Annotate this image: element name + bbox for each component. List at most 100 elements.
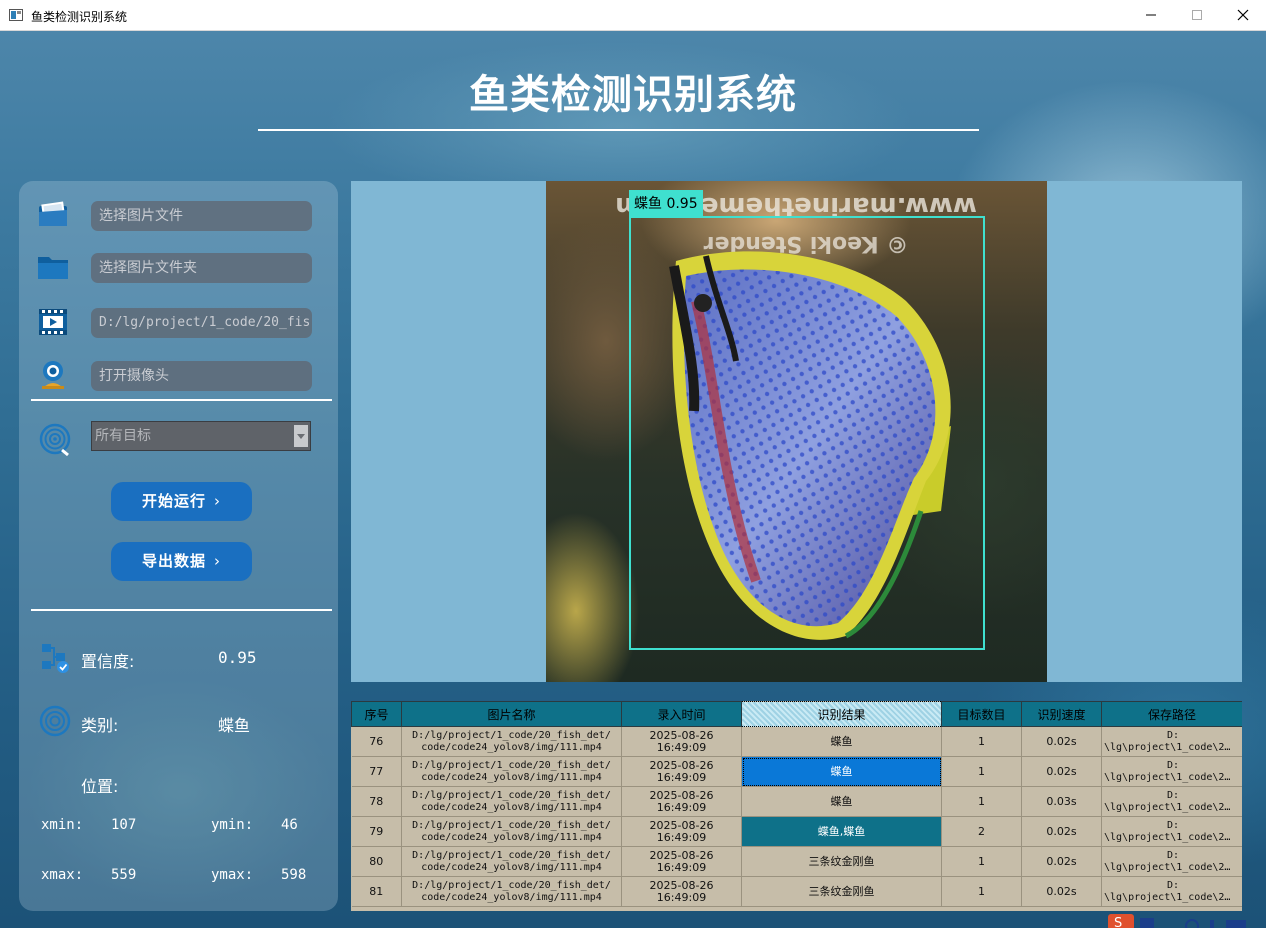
- cell-id[interactable]: 80: [351, 846, 402, 877]
- cell-speed[interactable]: 0.02s: [1021, 876, 1102, 907]
- ymax-label: ymax:: [211, 867, 254, 883]
- cell-date: 2025-08-26: [649, 728, 714, 742]
- confidence-label: 置信度:: [81, 652, 135, 671]
- cell-name-line2: code/code24_yolov8/img/111.mp4: [421, 891, 602, 903]
- cell-speed[interactable]: 0.02s: [1021, 756, 1102, 787]
- cell-time[interactable]: 2025-08-26 16:49:09: [621, 726, 742, 757]
- cell-id[interactable]: 78: [351, 786, 402, 817]
- results-table[interactable]: 序号 图片名称 录入时间 识别结果 目标数目 识别速度 保存路径 76 D:/l…: [351, 701, 1242, 911]
- image-file-input[interactable]: 选择图片文件: [91, 201, 312, 231]
- ymin-label: ymin:: [211, 817, 254, 833]
- close-button[interactable]: [1220, 0, 1266, 30]
- cell-path-line1: D:: [1166, 819, 1180, 831]
- table-row[interactable]: 77 D:/lg/project/1_code/20_fish_det/code…: [351, 756, 1242, 787]
- cell-id[interactable]: 81: [351, 876, 402, 907]
- cell-clock: 16:49:09: [656, 860, 707, 874]
- cell-count[interactable]: 1: [941, 786, 1022, 817]
- table-row[interactable]: 78 D:/lg/project/1_code/20_fish_det/code…: [351, 786, 1242, 817]
- cell-name[interactable]: D:/lg/project/1_code/20_fish_det/code/co…: [401, 786, 622, 817]
- cell-path-line2: \lg\project\1_code\2…: [1104, 771, 1231, 783]
- column-header-speed[interactable]: 识别速度: [1021, 701, 1102, 727]
- cell-speed[interactable]: 0.02s: [1021, 846, 1102, 877]
- column-header-path[interactable]: 保存路径: [1101, 701, 1242, 727]
- cell-time[interactable]: 2025-08-26 16:49:09: [621, 846, 742, 877]
- target-select[interactable]: 所有目标: [91, 421, 311, 451]
- minimize-button[interactable]: [1128, 0, 1174, 30]
- cell-id[interactable]: 76: [351, 726, 402, 757]
- cell-clock: 16:49:09: [656, 770, 707, 784]
- cell-name-line1: D:/lg/project/1_code/20_fish_det/: [412, 879, 611, 891]
- cell-path-line2: \lg\project\1_code\2…: [1104, 741, 1231, 753]
- image-folder-input[interactable]: 选择图片文件夹: [91, 253, 312, 283]
- table-header-row: 序号 图片名称 录入时间 识别结果 目标数目 识别速度 保存路径: [351, 701, 1242, 727]
- window-titlebar: 鱼类检测识别系统: [0, 0, 1266, 31]
- column-header-id[interactable]: 序号: [351, 701, 402, 727]
- maximize-button[interactable]: [1174, 0, 1220, 30]
- webcam-icon[interactable]: [36, 358, 70, 392]
- table-row[interactable]: 80 D:/lg/project/1_code/20_fish_det/code…: [351, 846, 1242, 877]
- cell-count[interactable]: 1: [941, 726, 1022, 757]
- keyboard-icon: [1226, 920, 1246, 928]
- cell-path[interactable]: D: \lg\project\1_code\2…: [1101, 786, 1242, 817]
- cell-result[interactable]: 蝶鱼: [741, 786, 942, 817]
- concentric-circles-icon: [39, 705, 71, 737]
- cell-name[interactable]: D:/lg/project/1_code/20_fish_det/code/co…: [401, 846, 622, 877]
- column-header-name[interactable]: 图片名称: [401, 701, 622, 727]
- column-header-time[interactable]: 录入时间: [621, 701, 742, 727]
- video-path-input[interactable]: D:/lg/project/1_code/20_fis: [91, 308, 312, 338]
- cell-name-line2: code/code24_yolov8/img/111.mp4: [421, 801, 602, 813]
- cell-result-highlighted[interactable]: 蝶鱼,蝶鱼: [741, 816, 942, 847]
- image-folder-icon[interactable]: [36, 198, 70, 232]
- cell-speed[interactable]: 0.03s: [1021, 786, 1102, 817]
- cell-name-line2: code/code24_yolov8/img/111.mp4: [421, 771, 602, 783]
- cell-path[interactable]: D: \lg\project\1_code\2…: [1101, 816, 1242, 847]
- cell-path-line2: \lg\project\1_code\2…: [1104, 801, 1231, 813]
- cell-speed[interactable]: 0.02s: [1021, 816, 1102, 847]
- start-run-button[interactable]: 开始运行 ›: [111, 482, 252, 521]
- export-data-button[interactable]: 导出数据 ›: [111, 542, 252, 581]
- page-title: 鱼类检测识别系统: [469, 72, 797, 118]
- table-row[interactable]: 81 D:/lg/project/1_code/20_fish_det/code…: [351, 876, 1242, 907]
- cell-path[interactable]: D: \lg\project\1_code\2…: [1101, 876, 1242, 907]
- cell-name[interactable]: D:/lg/project/1_code/20_fish_det/code/co…: [401, 876, 622, 907]
- video-icon[interactable]: [36, 305, 70, 339]
- cell-path[interactable]: D: \lg\project\1_code\2…: [1101, 756, 1242, 787]
- close-icon: [1237, 9, 1249, 21]
- chevron-down-icon[interactable]: [294, 425, 308, 447]
- xmin-value: 107: [111, 817, 137, 833]
- cell-name-line2: code/code24_yolov8/img/111.mp4: [421, 861, 602, 873]
- cell-result-selected[interactable]: 蝶鱼: [741, 756, 942, 787]
- cell-count[interactable]: 1: [941, 846, 1022, 877]
- cell-path[interactable]: D: \lg\project\1_code\2…: [1101, 846, 1242, 877]
- cell-name[interactable]: D:/lg/project/1_code/20_fish_det/code/co…: [401, 756, 622, 787]
- cell-count[interactable]: 1: [941, 876, 1022, 907]
- cell-result[interactable]: 三条纹金刚鱼: [741, 876, 942, 907]
- cell-date: 2025-08-26: [649, 758, 714, 772]
- camera-input[interactable]: 打开摄像头: [91, 361, 312, 391]
- cell-id[interactable]: 77: [351, 756, 402, 787]
- cell-path-line1: D:: [1166, 729, 1180, 741]
- xmax-value: 559: [111, 867, 137, 883]
- cell-result[interactable]: 三条纹金刚鱼: [741, 846, 942, 877]
- cell-time[interactable]: 2025-08-26 16:49:09: [621, 786, 742, 817]
- cell-speed[interactable]: 0.02s: [1021, 726, 1102, 757]
- cell-time[interactable]: 2025-08-26 16:49:09: [621, 756, 742, 787]
- cell-count[interactable]: 2: [941, 816, 1022, 847]
- cell-count[interactable]: 1: [941, 756, 1022, 787]
- cell-name[interactable]: D:/lg/project/1_code/20_fish_det/code/co…: [401, 726, 622, 757]
- xmin-label: xmin:: [41, 817, 84, 833]
- system-tray: S: [1108, 914, 1246, 928]
- cell-result[interactable]: 蝶鱼: [741, 726, 942, 757]
- cell-id[interactable]: 79: [351, 816, 402, 847]
- column-header-result[interactable]: 识别结果: [741, 701, 942, 727]
- svg-text:S: S: [1114, 916, 1122, 928]
- cell-time[interactable]: 2025-08-26 16:49:09: [621, 876, 742, 907]
- network-icon: [1185, 919, 1199, 928]
- column-header-count[interactable]: 目标数目: [941, 701, 1022, 727]
- cell-time[interactable]: 2025-08-26 16:49:09: [621, 816, 742, 847]
- cell-name[interactable]: D:/lg/project/1_code/20_fish_det/code/co…: [401, 816, 622, 847]
- table-row[interactable]: 79 D:/lg/project/1_code/20_fish_det/code…: [351, 816, 1242, 847]
- cell-path[interactable]: D: \lg\project\1_code\2…: [1101, 726, 1242, 757]
- table-row[interactable]: 76 D:/lg/project/1_code/20_fish_det/code…: [351, 726, 1242, 757]
- folder-icon[interactable]: [36, 250, 70, 284]
